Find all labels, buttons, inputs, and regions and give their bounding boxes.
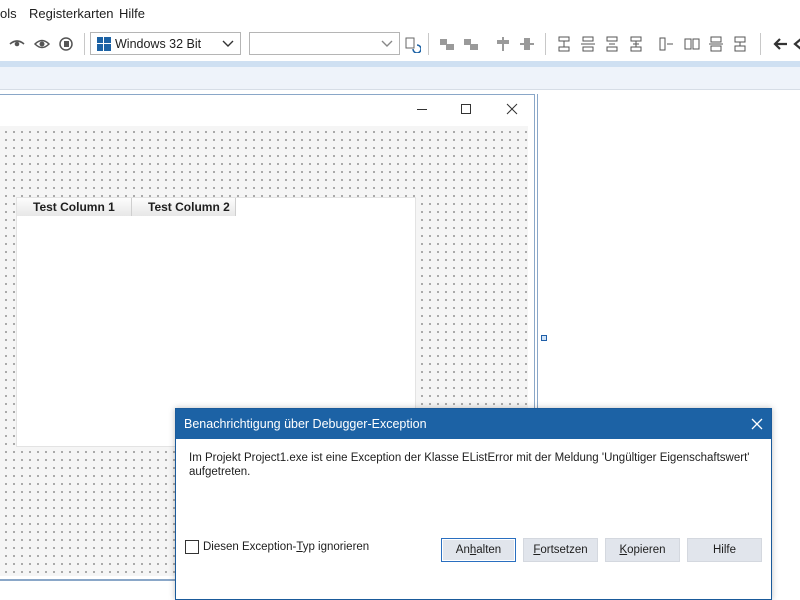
- toolbar-separator: [84, 33, 85, 55]
- space-icon-7[interactable]: [707, 35, 725, 53]
- space-icon-3[interactable]: [603, 35, 621, 53]
- menu-registerkarten[interactable]: Registerkarten: [29, 6, 114, 21]
- windows-logo-icon: [97, 37, 111, 51]
- chevron-down-icon: [381, 40, 393, 47]
- space-icon-1[interactable]: [555, 35, 573, 53]
- config-combo[interactable]: [249, 32, 400, 55]
- toolbar-separator: [428, 33, 429, 55]
- button-label-part: alten: [476, 544, 502, 556]
- ignore-exception-checkbox[interactable]: [185, 540, 199, 554]
- space-icon-8[interactable]: [731, 35, 749, 53]
- halt-button[interactable]: Anhalten: [441, 538, 516, 562]
- menu-tools[interactable]: ols: [0, 6, 17, 21]
- back-arrow-icon[interactable]: [771, 35, 789, 53]
- menu-bar: ols Registerkarten Hilfe: [0, 0, 800, 28]
- column-header-2[interactable]: Test Column 2: [132, 198, 236, 216]
- maximize-icon[interactable]: [458, 101, 474, 117]
- close-icon[interactable]: [749, 416, 765, 432]
- button-label: Hilfe: [712, 544, 736, 556]
- dialog-title-bar: Benachrichtigung über Debugger-Exception: [176, 409, 771, 439]
- button-label-part: opieren: [627, 544, 666, 556]
- align-left-icon[interactable]: [438, 35, 456, 53]
- checkbox-label-part: yp ignorieren: [302, 541, 370, 553]
- copy-button[interactable]: Kopieren: [605, 538, 680, 562]
- column-header-1[interactable]: Test Column 1: [17, 198, 132, 216]
- step-icon[interactable]: [57, 35, 75, 53]
- eye-closed-icon[interactable]: [8, 35, 26, 53]
- platform-combo-value: Windows 32 Bit: [115, 37, 202, 51]
- toolbar-separator: [760, 33, 761, 55]
- button-label-hotkey: K: [619, 544, 628, 556]
- resize-handle-right[interactable]: [541, 335, 547, 341]
- menu-hilfe[interactable]: Hilfe: [119, 6, 145, 21]
- tab-strip: [0, 67, 800, 90]
- exception-dialog: Benachrichtigung über Debugger-Exception…: [175, 408, 772, 600]
- button-label-part: An: [455, 544, 470, 556]
- button-label-part: ortsetzen: [540, 544, 588, 556]
- chevron-down-icon: [222, 40, 234, 47]
- eye-icon[interactable]: [33, 35, 51, 53]
- platform-combo[interactable]: Windows 32 Bit: [90, 32, 241, 55]
- center-horiz-icon[interactable]: [494, 35, 512, 53]
- minimize-icon[interactable]: [414, 101, 430, 117]
- form-title-bar: [0, 95, 534, 125]
- checkbox-label-part: Diesen Exception-: [203, 541, 297, 553]
- space-icon-5[interactable]: [657, 35, 675, 53]
- dialog-title: Benachrichtigung über Debugger-Exception: [184, 417, 427, 431]
- toolbar: Windows 32 Bit: [0, 28, 800, 61]
- align-right-icon[interactable]: [462, 35, 480, 53]
- forward-arrow-icon[interactable]: [793, 35, 800, 53]
- center-vert-icon[interactable]: [518, 35, 536, 53]
- toolbar-separator: [545, 33, 546, 55]
- ignore-exception-label[interactable]: Diesen Exception-Typ ignorieren: [203, 541, 369, 553]
- space-icon-6[interactable]: [683, 35, 701, 53]
- help-button[interactable]: Hilfe: [687, 538, 762, 562]
- continue-button[interactable]: Fortsetzen: [523, 538, 598, 562]
- space-icon-4[interactable]: [627, 35, 645, 53]
- dialog-message: Im Projekt Project1.exe ist eine Excepti…: [189, 452, 750, 478]
- space-icon-2[interactable]: [579, 35, 597, 53]
- refresh-icon[interactable]: [403, 35, 421, 53]
- close-icon[interactable]: [504, 101, 520, 117]
